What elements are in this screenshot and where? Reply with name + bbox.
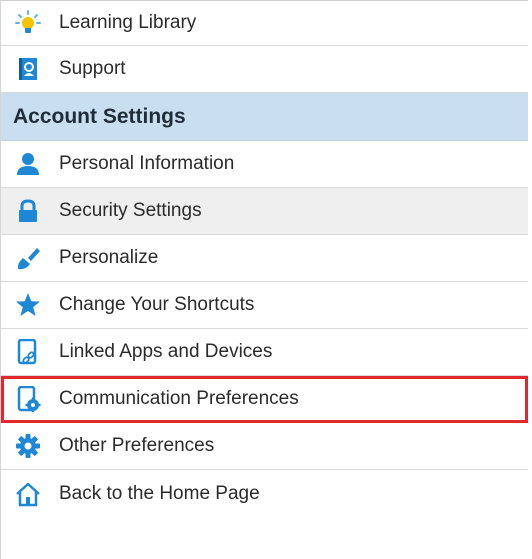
menu-item-change-shortcuts[interactable]: Change Your Shortcuts [1, 282, 528, 329]
home-icon [15, 481, 41, 507]
account-menu: Learning Library Support Account Setting… [0, 0, 528, 559]
menu-item-personal-information[interactable]: Personal Information [1, 141, 528, 188]
linked-device-icon [15, 339, 41, 365]
device-gear-icon [15, 386, 41, 412]
gear-icon [15, 433, 41, 459]
menu-item-label: Communication Preferences [59, 388, 299, 409]
menu-item-label: Support [59, 58, 126, 79]
menu-item-label: Learning Library [59, 12, 197, 33]
menu-item-label: Personal Information [59, 153, 235, 174]
support-book-icon [15, 56, 41, 82]
menu-item-label: Linked Apps and Devices [59, 341, 273, 362]
menu-item-label: Security Settings [59, 200, 202, 221]
menu-item-communication-preferences[interactable]: Communication Preferences [1, 376, 528, 423]
menu-item-learning-library[interactable]: Learning Library [1, 1, 528, 46]
person-icon [15, 151, 41, 177]
menu-item-personalize[interactable]: Personalize [1, 235, 528, 282]
menu-item-label: Personalize [59, 247, 159, 268]
lock-icon [15, 198, 41, 224]
menu-item-security-settings[interactable]: Security Settings [1, 188, 528, 235]
paintbrush-icon [15, 245, 41, 271]
menu-item-label: Back to the Home Page [59, 482, 260, 504]
star-icon [15, 292, 41, 318]
lightbulb-icon [15, 10, 41, 36]
menu-item-other-preferences[interactable]: Other Preferences [1, 423, 528, 470]
menu-item-support[interactable]: Support [1, 46, 528, 93]
menu-item-label: Other Preferences [59, 435, 215, 456]
menu-item-label: Change Your Shortcuts [59, 294, 255, 315]
menu-item-linked-apps-devices[interactable]: Linked Apps and Devices [1, 329, 528, 376]
section-header-account-settings: Account Settings [1, 93, 528, 141]
menu-item-back-home[interactable]: Back to the Home Page [1, 470, 528, 517]
